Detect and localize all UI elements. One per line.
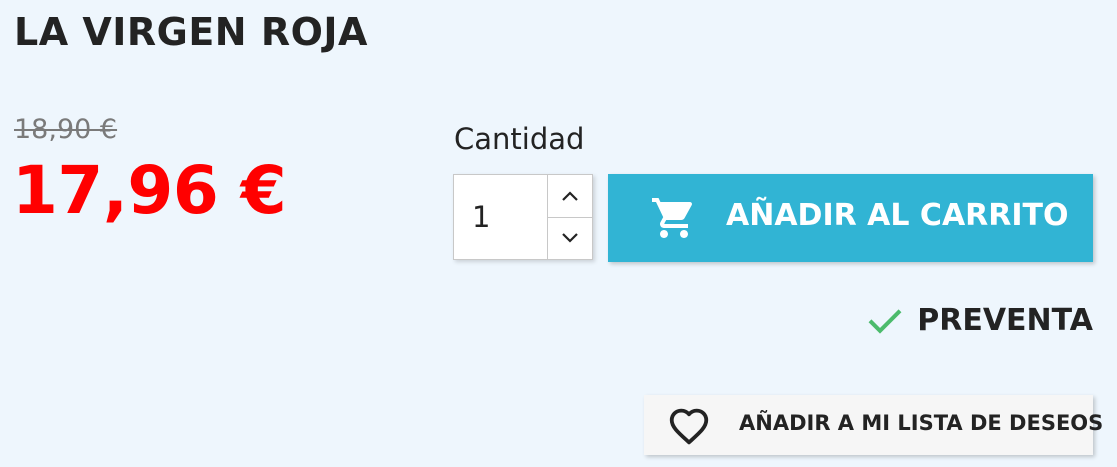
availability-label: PREVENTA	[917, 302, 1093, 338]
heart-icon	[669, 408, 709, 445]
quantity-decrement-button[interactable]	[548, 217, 592, 259]
availability-status: PREVENTA	[865, 300, 1093, 340]
quantity-increment-button[interactable]	[548, 175, 592, 218]
quantity-input[interactable]	[454, 175, 548, 259]
quantity-label: Cantidad	[454, 122, 585, 156]
regular-price: 18,90 €	[14, 114, 118, 145]
current-price: 17,96 €	[12, 152, 287, 229]
check-icon	[868, 309, 902, 334]
quantity-stepper	[453, 174, 593, 260]
chevron-down-icon	[562, 233, 578, 243]
add-to-cart-button[interactable]: AÑADIR AL CARRITO	[608, 174, 1093, 262]
add-to-wishlist-label: AÑADIR A MI LISTA DE DESEOS	[739, 411, 1104, 435]
chevron-up-icon	[562, 191, 578, 201]
product-title: LA VIRGEN ROJA	[14, 10, 368, 54]
quantity-buttons	[547, 175, 592, 259]
add-to-cart-label: AÑADIR AL CARRITO	[726, 198, 1069, 233]
cart-icon	[652, 198, 693, 238]
add-to-wishlist-button[interactable]: AÑADIR A MI LISTA DE DESEOS	[644, 395, 1103, 455]
